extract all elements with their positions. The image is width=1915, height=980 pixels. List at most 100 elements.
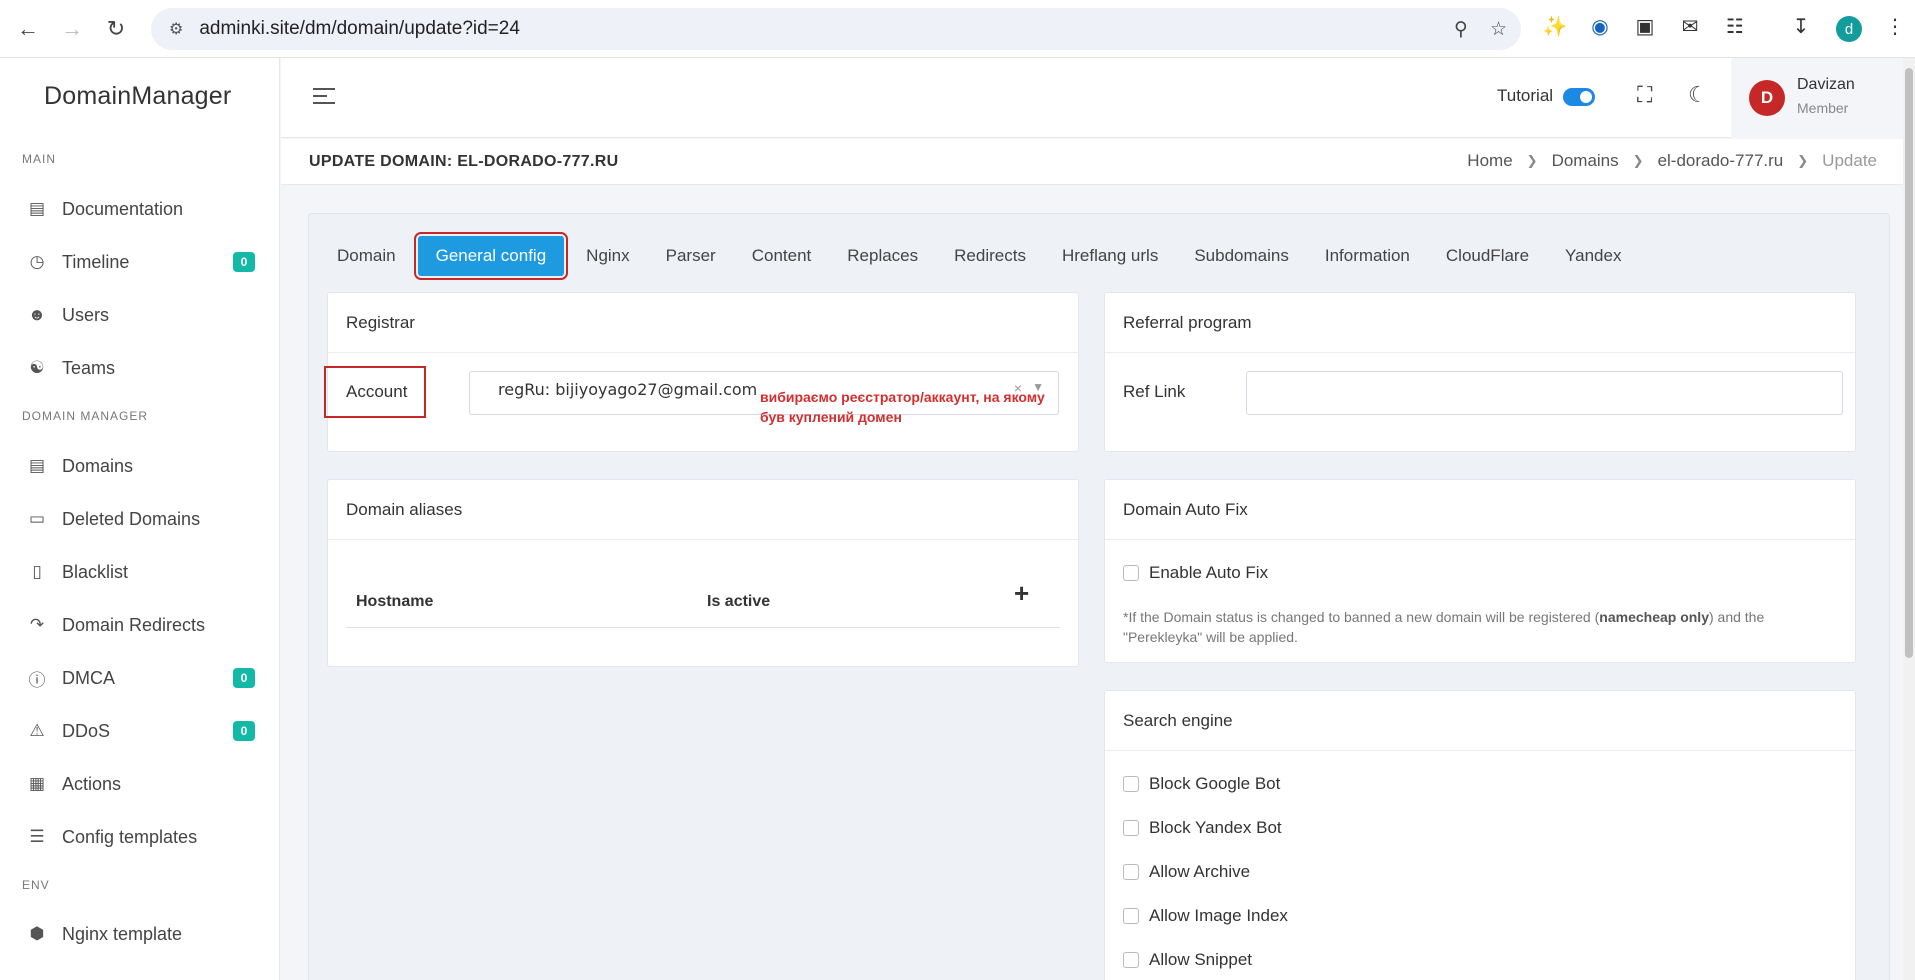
browser-menu-icon[interactable]: ⋮ <box>1880 14 1910 39</box>
sidebar-item-teams[interactable]: ☯ Teams <box>0 348 279 388</box>
sidebar-item-label: Blacklist <box>62 561 129 582</box>
address-bar[interactable]: ⚙ adminki.site/dm/domain/update?id=24 ⚲ … <box>151 8 1521 50</box>
sidebar-item-label: Timeline <box>62 251 130 272</box>
block-google-bot-checkbox[interactable]: Block Google Bot <box>1123 774 1280 794</box>
block-yandex-bot-checkbox[interactable]: Block Yandex Bot <box>1123 818 1282 838</box>
zoom-icon[interactable]: ⚲ <box>1454 18 1468 41</box>
checkbox-box[interactable] <box>1123 776 1139 792</box>
brand-logo[interactable]: DomainManager <box>44 82 231 111</box>
sidebar-item-domain-redirects[interactable]: ↷ Domain Redirects <box>0 605 279 645</box>
url-text[interactable]: adminki.site/dm/domain/update?id=24 <box>199 18 1432 40</box>
tab-bar: Domain General config Nginx Parser Conte… <box>309 232 1639 280</box>
user-name: Davizan <box>1797 76 1855 93</box>
book-icon: ▭ <box>28 509 46 528</box>
referral-title: Referral program <box>1105 293 1855 353</box>
dark-mode-moon-icon[interactable]: ☾ <box>1688 82 1708 108</box>
auto-fix-note-text: *If the Domain status is changed to bann… <box>1123 609 1600 625</box>
sidebar-item-ddos[interactable]: ⚠ DDoS 0 <box>0 711 279 751</box>
sidebar-item-nginx-template[interactable]: ⬢ Nginx template <box>0 914 279 954</box>
checkbox-box[interactable] <box>1123 820 1139 836</box>
tab-subdomains[interactable]: Subdomains <box>1176 236 1307 276</box>
breadcrumb-current: Update <box>1822 151 1877 170</box>
bookmark-star-icon[interactable]: ☆ <box>1490 18 1507 41</box>
checkbox-box[interactable] <box>1123 952 1139 968</box>
enable-auto-fix-checkbox[interactable]: Enable Auto Fix <box>1123 563 1268 583</box>
domain-aliases-panel: Domain aliases Hostname Is active + <box>327 479 1079 667</box>
download-icon[interactable]: ↧ <box>1786 14 1816 39</box>
sidebar-item-timeline[interactable]: ◷ Timeline 0 <box>0 242 279 282</box>
alert-circle-icon: ⓘ <box>28 670 46 690</box>
extension-mail-icon[interactable]: ✉ <box>1675 14 1705 39</box>
ref-link-label: Ref Link <box>1123 382 1186 401</box>
tab-parser[interactable]: Parser <box>648 236 734 276</box>
chevron-right-icon: ❯ <box>1632 153 1644 168</box>
tab-hreflang-urls[interactable]: Hreflang urls <box>1044 236 1176 276</box>
sidebar-item-label: DDoS <box>62 720 111 741</box>
extension-mask-icon[interactable]: ▣ <box>1630 14 1660 39</box>
checkbox-label: Block Yandex Bot <box>1149 818 1282 837</box>
extensions-puzzle-icon[interactable]: ☷ <box>1720 14 1750 39</box>
tab-content[interactable]: Content <box>734 236 830 276</box>
forward-icon[interactable]: → <box>50 7 94 51</box>
tab-domain[interactable]: Domain <box>309 236 414 276</box>
extension-circle-icon[interactable]: ◉ <box>1585 14 1615 39</box>
sidebar-item-documentation[interactable]: ▤ Documentation <box>0 189 279 229</box>
browser-toolbar: ← → ↻ ⚙ adminki.site/dm/domain/update?id… <box>0 0 1915 58</box>
checkbox-label: Allow Snippet <box>1149 950 1253 969</box>
breadcrumb-domain[interactable]: el-dorado-777.ru <box>1658 151 1784 171</box>
fullscreen-icon[interactable]: ⛶ <box>1637 82 1652 108</box>
config-icon: ☰ <box>29 827 45 846</box>
chevron-right-icon: ❯ <box>1797 153 1809 168</box>
menu-toggle-icon[interactable] <box>313 88 335 109</box>
is-active-column-header: Is active <box>707 593 771 610</box>
sidebar-item-blacklist[interactable]: ▯ Blacklist <box>0 552 279 592</box>
tab-information[interactable]: Information <box>1307 236 1428 276</box>
allow-image-index-checkbox[interactable]: Allow Image Index <box>1123 906 1288 926</box>
sidebar-item-label: Domains <box>62 455 134 476</box>
ref-link-input[interactable] <box>1246 371 1843 415</box>
registrar-title: Registrar <box>328 293 1078 353</box>
sidebar-item-config-templates[interactable]: ☰ Config templates <box>0 817 279 857</box>
extension-icon[interactable]: ✨ <box>1540 14 1570 39</box>
document-icon: ▤ <box>28 199 46 218</box>
checkbox-box[interactable] <box>1123 864 1139 880</box>
page-scrollbar[interactable] <box>1903 58 1915 980</box>
tab-nginx[interactable]: Nginx <box>568 236 647 276</box>
breadcrumb-home[interactable]: Home <box>1467 151 1512 171</box>
browser-profile-avatar[interactable]: d <box>1836 16 1862 42</box>
tab-redirects[interactable]: Redirects <box>936 236 1044 276</box>
checkbox-box[interactable] <box>1123 565 1139 581</box>
tab-general-config[interactable]: General config <box>413 232 569 280</box>
sidebar: DomainManager MAIN ▤ Documentation ◷ Tim… <box>0 58 280 980</box>
sidebar-item-actions[interactable]: ▦ Actions <box>0 764 279 804</box>
tutorial-toggle[interactable] <box>1563 88 1595 106</box>
site-settings-icon[interactable]: ⚙ <box>169 19 183 39</box>
referral-panel: Referral program Ref Link <box>1104 292 1856 452</box>
tab-cloudflare[interactable]: CloudFlare <box>1428 236 1547 276</box>
breadcrumb-domains[interactable]: Domains <box>1552 151 1619 171</box>
scrollbar-thumb[interactable] <box>1905 68 1913 658</box>
allow-archive-checkbox[interactable]: Allow Archive <box>1123 862 1250 882</box>
sidebar-item-deleted-domains[interactable]: ▭ Deleted Domains <box>0 499 279 539</box>
tab-yandex[interactable]: Yandex <box>1547 236 1639 276</box>
breadcrumb: Home ❯ Domains ❯ el-dorado-777.ru ❯ Upda… <box>1467 151 1877 171</box>
back-icon[interactable]: ← <box>6 7 50 51</box>
tab-replaces[interactable]: Replaces <box>829 236 936 276</box>
auto-fix-title: Domain Auto Fix <box>1105 480 1855 540</box>
checkbox-box[interactable] <box>1123 908 1139 924</box>
sidebar-item-dmca[interactable]: ⓘ DMCA 0 <box>0 658 279 698</box>
clock-icon: ◷ <box>29 252 45 271</box>
domain-aliases-title: Domain aliases <box>328 480 1078 540</box>
user-menu[interactable]: D Davizan Member <box>1731 58 1915 138</box>
sidebar-item-domains[interactable]: ▤ Domains <box>0 446 279 486</box>
add-alias-button[interactable]: + <box>1014 578 1029 609</box>
sidebar-item-users[interactable]: ☻ Users <box>0 295 279 335</box>
auto-fix-note-line2: "Perekleyka" will be applied. <box>1123 629 1298 645</box>
checkbox-label: Allow Archive <box>1149 862 1251 881</box>
allow-snippet-checkbox[interactable]: Allow Snippet <box>1123 950 1252 970</box>
section-env: ENV <box>22 878 50 892</box>
reload-icon[interactable]: ↻ <box>94 7 138 51</box>
auto-fix-note: *If the Domain status is changed to bann… <box>1123 607 1764 647</box>
annotation-line-2: був куплений домен <box>760 409 902 425</box>
sidebar-item-label: Config templates <box>62 826 198 847</box>
